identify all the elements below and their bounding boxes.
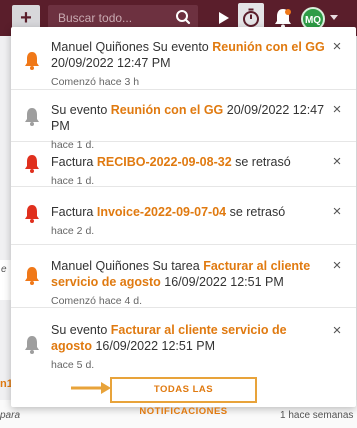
notification-time: hace 5 d. <box>51 359 95 371</box>
notifications-panel: Manuel Quiñones Su evento Reunión con el… <box>11 27 356 417</box>
notification-text: Su evento Facturar al cliente servicio d… <box>51 322 325 373</box>
notification-item[interactable]: Su evento Facturar al cliente servicio d… <box>11 308 356 377</box>
chevron-down-icon[interactable] <box>330 15 338 20</box>
close-icon[interactable]: × <box>331 39 343 54</box>
close-icon[interactable]: × <box>331 154 343 169</box>
notification-time: Comenzó hace 3 h <box>51 76 140 88</box>
close-icon[interactable]: × <box>331 102 343 117</box>
close-icon[interactable]: × <box>331 204 343 219</box>
close-icon[interactable]: × <box>331 258 343 273</box>
notification-item[interactable]: Manuel Quiñones Su tarea Facturar al cli… <box>11 245 356 308</box>
bell-icon <box>25 108 39 126</box>
notification-time: Comenzó hace 4 d. <box>51 295 143 307</box>
bell-icon <box>25 336 39 354</box>
arrow-right-icon <box>71 382 111 394</box>
background-fragment: para <box>0 410 21 421</box>
bell-icon <box>25 267 39 285</box>
notification-text: Factura RECIBO-2022-09-08-32 se retrasó … <box>51 154 325 189</box>
notification-item[interactable]: Factura RECIBO-2022-09-08-32 se retrasó … <box>11 142 356 187</box>
notification-time: hace 2 d. <box>51 225 95 237</box>
all-notifications-button[interactable]: TODAS LAS NOTIFICACIONES <box>110 377 257 417</box>
background-fragment: 1 hace semanas <box>280 410 354 421</box>
notification-text: Manuel Quiñones Su evento Reunión con el… <box>51 40 325 88</box>
bell-icon <box>25 155 39 173</box>
notification-text: Manuel Quiñones Su tarea Facturar al cli… <box>51 258 325 309</box>
bell-icon <box>25 205 39 223</box>
close-icon[interactable]: × <box>331 323 343 338</box>
background-fragment: e <box>1 264 7 275</box>
notification-item[interactable]: Su evento Reunión con el GG 20/09/2022 1… <box>11 90 356 151</box>
notification-text: Factura Invoice-2022-09-07-04 se retrasó… <box>51 204 325 239</box>
bell-icon <box>25 52 39 70</box>
notification-item[interactable]: Manuel Quiñones Su evento Reunión con el… <box>11 27 356 90</box>
notification-item[interactable]: Factura Invoice-2022-09-07-04 se retrasó… <box>11 187 356 245</box>
